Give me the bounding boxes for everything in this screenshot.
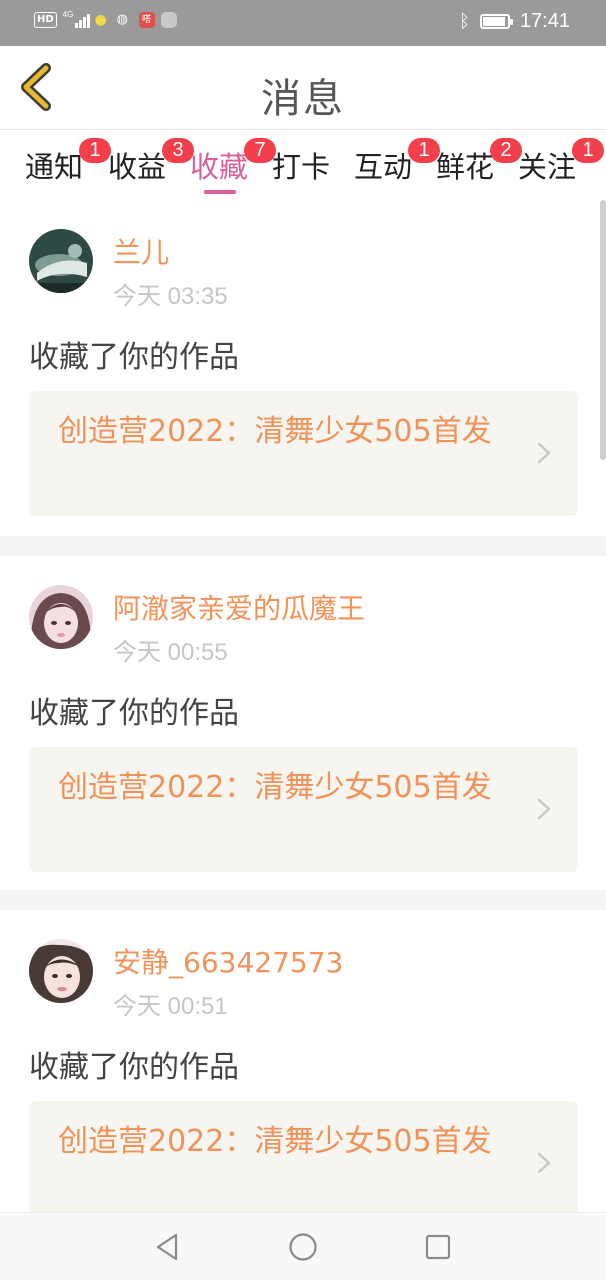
hd-icon: HD: [34, 12, 57, 28]
signal-icon: 4G: [62, 10, 90, 28]
avatar[interactable]: [29, 939, 93, 1003]
tab-label: 收藏: [190, 150, 249, 184]
tab-interactions[interactable]: 互动 1: [354, 138, 440, 196]
active-tab-indicator: [204, 190, 236, 194]
app-notification-icon: 嗒: [138, 12, 155, 28]
tab-notifications[interactable]: 通知 1: [25, 138, 111, 196]
tab-label: 收益: [108, 150, 167, 184]
timestamp: 今天 00:51: [113, 993, 228, 1020]
list-item: 安静_663427573 今天 00:51 收藏了你的作品 创造营2022：清舞…: [0, 910, 606, 1212]
tab-flowers[interactable]: 鲜花 2: [436, 138, 522, 196]
user-name[interactable]: 安静_663427573: [113, 941, 343, 981]
tab-label: 打卡: [272, 150, 331, 184]
action-text: 收藏了你的作品: [29, 1050, 239, 1085]
status-icons-right: ᛒ 17:41: [459, 10, 570, 33]
app-header: 消息: [0, 46, 606, 130]
tab-favorites[interactable]: 收藏 7: [190, 138, 276, 196]
tab-label: 关注: [518, 150, 577, 184]
work-link[interactable]: 创造营2022：清舞少女505首发: [29, 1101, 578, 1212]
network-type: 4G: [62, 10, 74, 19]
status-icons-left: HD 4G ● ◍ 嗒: [34, 10, 177, 28]
timestamp: 今天 00:55: [113, 639, 228, 666]
action-text: 收藏了你的作品: [29, 696, 239, 731]
divider: [0, 890, 606, 910]
shield-icon: [160, 12, 177, 28]
divider: [0, 536, 606, 556]
home-circle-icon[interactable]: [287, 1231, 319, 1263]
work-link[interactable]: 创造营2022：清舞少女505首发: [29, 391, 578, 516]
work-title: 创造营2022：清舞少女505首发: [58, 770, 492, 805]
unread-badge: 1: [572, 138, 604, 163]
scrollbar[interactable]: [600, 200, 606, 460]
battery-icon: [479, 14, 513, 29]
tab-label: 鲜花: [436, 150, 495, 184]
chevron-right-icon: [537, 798, 551, 820]
tab-label: 通知: [25, 150, 84, 184]
work-title: 创造营2022：清舞少女505首发: [58, 414, 492, 449]
user-name[interactable]: 阿澈家亲爱的瓜魔王: [113, 587, 365, 627]
bluetooth-icon: ᛒ: [459, 11, 470, 31]
bulb-icon: ●: [94, 12, 107, 28]
tab-earnings[interactable]: 收益 3: [108, 138, 194, 196]
back-triangle-icon[interactable]: [152, 1231, 184, 1263]
tab-label: 互动: [354, 150, 413, 184]
category-tabs: 通知 1 收益 3 收藏 7 打卡 互动 1 鲜花 2 关注 1: [0, 130, 606, 200]
chevron-right-icon: [537, 1152, 551, 1174]
list-item: 兰儿 今天 03:35 收藏了你的作品 创造营2022：清舞少女505首发: [0, 200, 606, 536]
status-bar: HD 4G ● ◍ 嗒 ᛒ 17:41: [0, 0, 606, 46]
avatar[interactable]: [29, 585, 93, 649]
status-time: 17:41: [519, 10, 570, 32]
action-text: 收藏了你的作品: [29, 340, 239, 375]
unread-badge: 1: [79, 138, 111, 163]
user-name[interactable]: 兰儿: [113, 231, 169, 271]
recents-square-icon[interactable]: [422, 1231, 454, 1263]
timestamp: 今天 03:35: [113, 283, 228, 310]
wechat-icon: ◍: [116, 12, 129, 27]
page-title: 消息: [261, 76, 345, 122]
tab-follows[interactable]: 关注 1: [518, 138, 604, 196]
chevron-right-icon: [537, 442, 551, 464]
work-link[interactable]: 创造营2022：清舞少女505首发: [29, 747, 578, 872]
tab-checkin[interactable]: 打卡: [272, 144, 330, 196]
list-item: 阿澈家亲爱的瓜魔王 今天 00:55 收藏了你的作品 创造营2022：清舞少女5…: [0, 556, 606, 890]
avatar[interactable]: [29, 229, 93, 293]
system-nav-bar: [0, 1212, 606, 1280]
favorites-feed: 兰儿 今天 03:35 收藏了你的作品 创造营2022：清舞少女505首发 阿澈…: [0, 200, 606, 1212]
work-title: 创造营2022：清舞少女505首发: [58, 1124, 492, 1159]
